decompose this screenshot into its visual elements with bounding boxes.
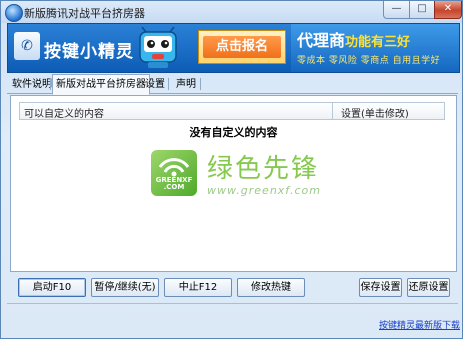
stop-button[interactable]: 中止F12	[164, 278, 232, 297]
column-header-setting[interactable]: 设置(单击修改)	[341, 105, 409, 120]
signup-button[interactable]: 点击报名	[198, 30, 286, 64]
restore-settings-button[interactable]: 还原设置	[407, 278, 450, 297]
content-panel: 可以自定义的内容 设置(单击修改) 没有自定义的内容 GREENXF .COM …	[10, 95, 457, 272]
watermark-title: 绿色先锋	[207, 154, 320, 184]
tab-room-squeezer[interactable]: 新版对战平台挤房器	[52, 74, 150, 95]
agent-title-highlight: 功能有三好	[345, 35, 411, 50]
signup-label: 点击报名	[203, 36, 281, 58]
watermark-logo-text: GREENXF .COM	[155, 176, 193, 191]
tab-divider	[168, 78, 169, 90]
save-settings-button[interactable]: 保存设置	[359, 278, 402, 297]
list-header: 可以自定义的内容 设置(单击修改)	[19, 102, 445, 120]
brand-name: 按键小精灵	[44, 42, 134, 62]
minimize-button[interactable]: —	[383, 1, 410, 19]
tab-bar: 软件说明 新版对战平台挤房器 设置 声明	[7, 74, 458, 95]
tab-settings[interactable]: 设置	[142, 76, 168, 93]
maximize-button[interactable]: □	[409, 1, 435, 19]
agent-title-main: 代理商	[297, 31, 346, 50]
tab-statement[interactable]: 声明	[173, 76, 199, 93]
brand-logo-icon: ✆	[14, 32, 40, 60]
app-icon	[5, 4, 23, 22]
watermark-url: www.greenxf.com	[207, 184, 321, 197]
download-link[interactable]: 按键精灵最新版下载	[379, 318, 460, 331]
agent-ad[interactable]: 代理商功能有三好 零成本 零风险 零商点 自用且学好	[291, 24, 459, 72]
footer-divider	[7, 303, 458, 304]
agent-title: 代理商功能有三好	[297, 27, 410, 51]
mascot-icon	[139, 26, 177, 68]
column-header-content[interactable]: 可以自定义的内容	[24, 105, 104, 120]
agent-subtitle: 零成本 零风险 零商点 自用且学好	[297, 56, 441, 66]
start-button[interactable]: 启动F10	[18, 278, 86, 297]
close-button[interactable]: ✕	[434, 1, 462, 19]
empty-list-message: 没有自定义的内容	[189, 126, 278, 139]
title-bar[interactable]: 新版腾讯对战平台挤房器 — □ ✕	[1, 1, 462, 23]
tab-divider	[50, 78, 51, 90]
pause-resume-button[interactable]: 暂停/继续(无)	[91, 278, 159, 297]
watermark-logo-icon: GREENXF .COM	[151, 150, 197, 196]
window-title: 新版腾讯对战平台挤房器	[24, 7, 145, 20]
column-divider[interactable]	[332, 103, 333, 119]
tab-software-info[interactable]: 软件说明	[9, 76, 55, 93]
change-hotkey-button[interactable]: 修改热键	[237, 278, 305, 297]
tab-divider	[200, 78, 201, 90]
app-window: 新版腾讯对战平台挤房器 — □ ✕ ✆ 按键小精灵 点击报名 代理商功能有三好 …	[0, 0, 463, 339]
ad-banner[interactable]: ✆ 按键小精灵 点击报名 代理商功能有三好 零成本 零风险 零商点 自用且学好	[7, 23, 460, 73]
